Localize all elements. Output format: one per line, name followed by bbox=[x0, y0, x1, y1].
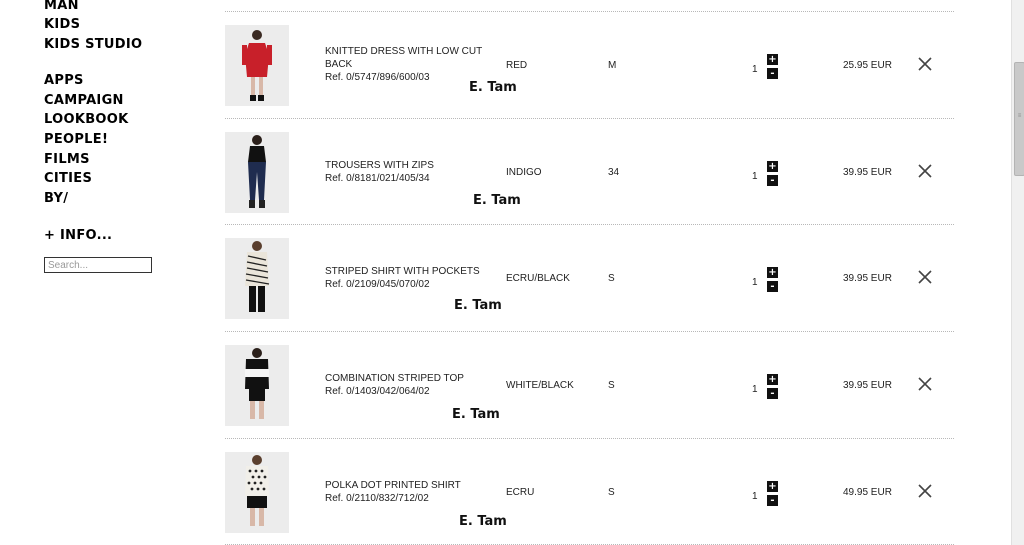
close-icon bbox=[918, 377, 932, 391]
product-name-block: COMBINATION STRIPED TOP Ref. 0/1403/042/… bbox=[325, 372, 500, 398]
product-price: 49.95 EUR bbox=[843, 487, 892, 498]
nav-link-by[interactable]: BY/ bbox=[44, 191, 68, 207]
increase-quantity-button[interactable]: + bbox=[767, 267, 778, 278]
minus-icon: - bbox=[770, 281, 775, 292]
product-size: M bbox=[608, 60, 617, 71]
plus-icon: + bbox=[768, 267, 777, 278]
watermark-text: E. Tam bbox=[469, 80, 517, 95]
product-ref: Ref. 0/8181/021/405/34 bbox=[325, 173, 430, 184]
decrease-quantity-button[interactable]: - bbox=[767, 495, 778, 506]
nav-link-kids-studio[interactable]: KIDS STUDIO bbox=[44, 37, 142, 53]
product-name[interactable]: COMBINATION STRIPED TOP bbox=[325, 373, 464, 384]
product-color: RED bbox=[506, 60, 528, 71]
decrease-quantity-button[interactable]: - bbox=[767, 175, 778, 186]
nav-link-apps[interactable]: APPS bbox=[44, 73, 84, 89]
plus-icon: + bbox=[768, 374, 777, 385]
plus-icon: + bbox=[768, 54, 777, 65]
scrollbar-thumb[interactable]: ≡ bbox=[1014, 62, 1024, 176]
cart-item-row: TROUSERS WITH ZIPS Ref. 0/8181/021/405/3… bbox=[225, 119, 954, 225]
remove-item-button[interactable] bbox=[917, 163, 933, 179]
watermark-text: E. Tam bbox=[452, 407, 500, 422]
minus-icon: - bbox=[770, 175, 775, 186]
product-ref: Ref. 0/1403/042/064/02 bbox=[325, 386, 430, 397]
decrease-quantity-button[interactable]: - bbox=[767, 388, 778, 399]
product-name-block: STRIPED SHIRT WITH POCKETS Ref. 0/2109/0… bbox=[325, 265, 500, 291]
plus-icon: + bbox=[768, 481, 777, 492]
product-color: ECRU/BLACK bbox=[506, 273, 570, 284]
nav-link-lookbook[interactable]: LOOKBOOK bbox=[44, 112, 128, 128]
plus-icon: + bbox=[768, 161, 777, 172]
nav-link-campaign[interactable]: CAMPAIGN bbox=[44, 93, 124, 109]
close-icon bbox=[918, 57, 932, 71]
watermark-text: E. Tam bbox=[459, 514, 507, 529]
product-thumbnail[interactable] bbox=[225, 238, 289, 319]
cart-item-row: KNITTED DRESS WITH LOW CUT BACK Ref. 0/5… bbox=[225, 12, 954, 118]
scrollbar-grip-icon: ≡ bbox=[1017, 113, 1022, 119]
product-quantity: 1 bbox=[752, 171, 758, 182]
cart-item-row: STRIPED SHIRT WITH POCKETS Ref. 0/2109/0… bbox=[225, 225, 954, 331]
nav-link-kids[interactable]: KIDS bbox=[44, 17, 80, 33]
search-input[interactable] bbox=[44, 257, 152, 273]
product-size: S bbox=[608, 380, 615, 391]
minus-icon: - bbox=[770, 388, 775, 399]
close-icon bbox=[918, 164, 932, 178]
close-icon bbox=[918, 484, 932, 498]
product-quantity: 1 bbox=[752, 277, 758, 288]
product-thumbnail[interactable] bbox=[225, 25, 289, 106]
product-color: ECRU bbox=[506, 487, 535, 498]
product-size: S bbox=[608, 487, 615, 498]
decrease-quantity-button[interactable]: - bbox=[767, 68, 778, 79]
cart-item-row: POLKA DOT PRINTED SHIRT Ref. 0/2110/832/… bbox=[225, 439, 954, 545]
product-name[interactable]: TROUSERS WITH ZIPS bbox=[325, 160, 434, 171]
increase-quantity-button[interactable]: + bbox=[767, 54, 778, 65]
increase-quantity-button[interactable]: + bbox=[767, 374, 778, 385]
product-thumbnail[interactable] bbox=[225, 452, 289, 533]
product-color: INDIGO bbox=[506, 167, 542, 178]
product-thumbnail[interactable] bbox=[225, 345, 289, 426]
product-name[interactable]: KNITTED DRESS WITH LOW CUT BACK bbox=[325, 46, 482, 70]
nav-link-cities[interactable]: CITIES bbox=[44, 171, 92, 187]
nav-link-man[interactable]: MAN bbox=[44, 0, 79, 14]
increase-quantity-button[interactable]: + bbox=[767, 161, 778, 172]
product-price: 39.95 EUR bbox=[843, 167, 892, 178]
watermark-text: E. Tam bbox=[473, 193, 521, 208]
remove-item-button[interactable] bbox=[917, 376, 933, 392]
nav-link-films[interactable]: FILMS bbox=[44, 152, 90, 168]
close-icon bbox=[918, 270, 932, 284]
decrease-quantity-button[interactable]: - bbox=[767, 281, 778, 292]
product-size: S bbox=[608, 273, 615, 284]
product-thumbnail[interactable] bbox=[225, 132, 289, 213]
product-ref: Ref. 0/2109/045/070/02 bbox=[325, 279, 430, 290]
product-quantity: 1 bbox=[752, 384, 758, 395]
increase-quantity-button[interactable]: + bbox=[767, 481, 778, 492]
product-ref: Ref. 0/2110/832/712/02 bbox=[325, 493, 429, 504]
remove-item-button[interactable] bbox=[917, 483, 933, 499]
product-color: WHITE/BLACK bbox=[506, 380, 574, 391]
product-name-block: POLKA DOT PRINTED SHIRT Ref. 0/2110/832/… bbox=[325, 479, 500, 505]
product-name[interactable]: POLKA DOT PRINTED SHIRT bbox=[325, 480, 461, 491]
product-size: 34 bbox=[608, 167, 620, 178]
product-name-block: KNITTED DRESS WITH LOW CUT BACK Ref. 0/5… bbox=[325, 45, 500, 84]
product-name[interactable]: STRIPED SHIRT WITH POCKETS bbox=[325, 266, 480, 277]
vertical-scrollbar[interactable]: ≡ bbox=[1011, 0, 1024, 545]
product-name-block: TROUSERS WITH ZIPS Ref. 0/8181/021/405/3… bbox=[325, 159, 500, 185]
remove-item-button[interactable] bbox=[917, 269, 933, 285]
product-price: 25.95 EUR bbox=[843, 60, 892, 71]
product-quantity: 1 bbox=[752, 64, 758, 75]
nav-link-people[interactable]: PEOPLE! bbox=[44, 132, 108, 148]
minus-icon: - bbox=[770, 495, 775, 506]
product-price: 39.95 EUR bbox=[843, 380, 892, 391]
product-price: 39.95 EUR bbox=[843, 273, 892, 284]
cart-item-row: COMBINATION STRIPED TOP Ref. 0/1403/042/… bbox=[225, 332, 954, 438]
product-quantity: 1 bbox=[752, 491, 758, 502]
info-link[interactable]: + INFO... bbox=[44, 228, 112, 244]
minus-icon: - bbox=[770, 68, 775, 79]
remove-item-button[interactable] bbox=[917, 56, 933, 72]
watermark-text: E. Tam bbox=[454, 298, 502, 313]
